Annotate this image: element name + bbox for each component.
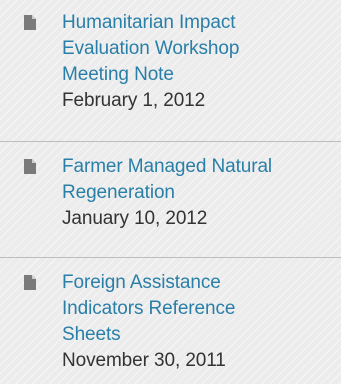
document-date: February 1, 2012 xyxy=(62,90,206,111)
document-icon xyxy=(24,15,36,30)
document-title-line: Sheets xyxy=(62,324,121,345)
document-title-line: Farmer Managed Natural xyxy=(62,156,273,177)
document-title-line: Evaluation Workshop xyxy=(62,38,240,59)
document-list: Humanitarian Impact Evaluation Workshop … xyxy=(0,0,341,384)
document-icon xyxy=(24,275,36,290)
document-title-link[interactable]: Farmer Managed Natural Regeneration xyxy=(62,154,331,206)
document-date: January 10, 2012 xyxy=(62,208,208,229)
document-title-link[interactable]: Humanitarian Impact Evaluation Workshop … xyxy=(62,10,331,88)
document-title-line: Regeneration xyxy=(62,182,175,203)
document-icon xyxy=(24,159,36,174)
list-item: Foreign Assistance Indicators Reference … xyxy=(0,257,341,384)
document-date: November 30, 2011 xyxy=(62,350,226,371)
document-title-line: Humanitarian Impact xyxy=(62,12,236,33)
document-title-link[interactable]: Foreign Assistance Indicators Reference … xyxy=(62,270,331,348)
document-title-line: Foreign Assistance xyxy=(62,272,221,293)
document-title-line: Meeting Note xyxy=(62,64,174,85)
document-title-line: Indicators Reference xyxy=(62,298,236,319)
list-item: Farmer Managed Natural Regeneration Janu… xyxy=(0,141,341,257)
list-item: Humanitarian Impact Evaluation Workshop … xyxy=(0,0,341,141)
